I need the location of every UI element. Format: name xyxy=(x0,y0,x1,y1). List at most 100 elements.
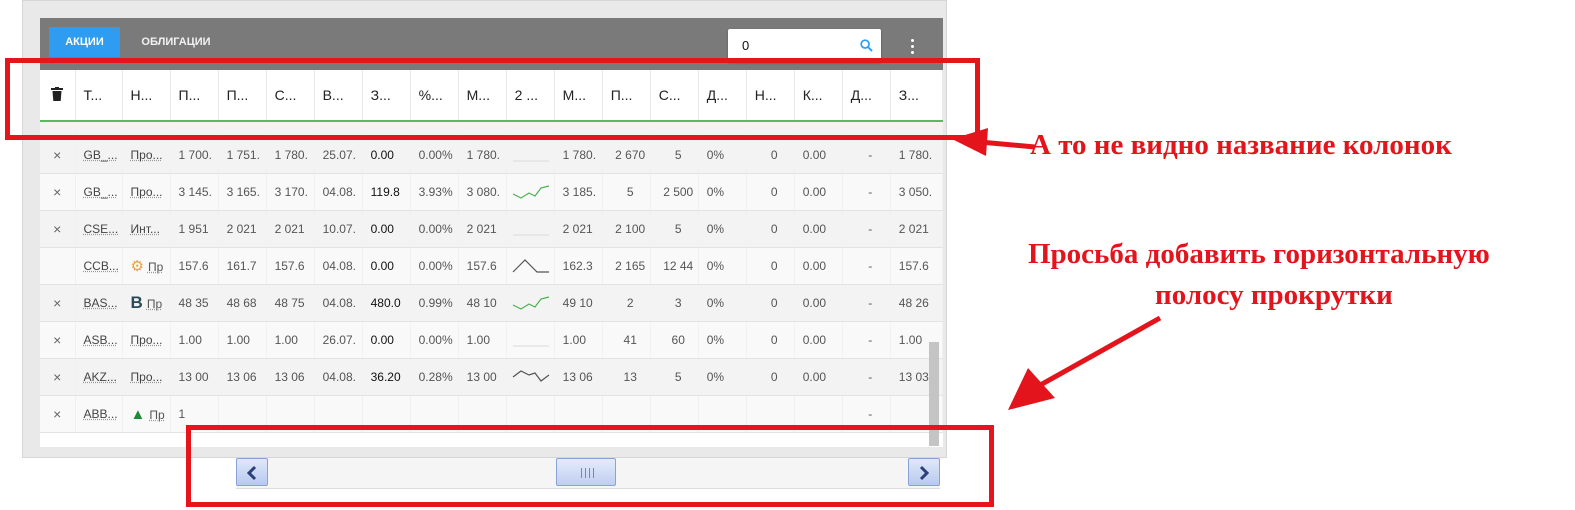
table-cell: 1 951 xyxy=(170,210,219,248)
table-cell: 0.00% xyxy=(410,210,459,248)
table-cell: 0.00 xyxy=(794,247,843,285)
table-cell: 1.00 xyxy=(458,321,507,359)
tab-bonds[interactable]: ОБЛИГАЦИИ xyxy=(136,27,216,57)
name-cell[interactable]: ▲ Пр xyxy=(122,395,171,433)
remove-row-icon[interactable]: × xyxy=(40,321,76,359)
table-cell: 5 xyxy=(602,173,651,211)
remove-row-icon[interactable] xyxy=(40,247,76,285)
table-row[interactable]: × AKZ... Про... 13 00 13 06 13 06 04.08. 36.20 0… xyxy=(40,358,943,396)
table-cell: 2 670 xyxy=(602,136,651,174)
table-cell: 0.00 xyxy=(362,136,411,174)
name-cell[interactable]: Про... xyxy=(122,136,171,174)
table-row[interactable]: CCB... ⚙ Пр 157.6 161.7 157.6 04.08. 0.00 0.00% 1… xyxy=(40,247,943,285)
table-cell: 48 75 xyxy=(266,284,315,322)
sparkline xyxy=(506,358,555,396)
remove-row-icon[interactable]: × xyxy=(40,395,76,433)
table-cell: 0% xyxy=(698,321,747,359)
table-cell: 1 780. xyxy=(458,136,507,174)
table-cell: 1 780. xyxy=(554,136,603,174)
table-cell: 48 68 xyxy=(218,284,267,322)
name-cell[interactable]: B Пр xyxy=(122,284,171,322)
remove-row-icon[interactable]: × xyxy=(40,136,76,174)
name-text[interactable]: Пр xyxy=(148,260,163,274)
company-logo-icon: ▲ xyxy=(130,405,146,423)
table-cell: 0.28% xyxy=(410,358,459,396)
ticker-cell[interactable]: ABB... xyxy=(75,395,123,433)
table-cell: 0 xyxy=(746,136,795,174)
ticker-cell[interactable]: ASB... xyxy=(75,321,123,359)
table-cell: 5 xyxy=(650,358,699,396)
search-input[interactable]: 0 xyxy=(742,38,852,53)
table-cell: 0.00% xyxy=(410,136,459,174)
table-cell: - xyxy=(842,247,891,285)
name-cell[interactable]: ⚙ Пр xyxy=(122,247,171,285)
table-cell: 2 100 xyxy=(602,210,651,248)
ticker-cell[interactable]: GB_... xyxy=(75,136,123,174)
table-cell: - xyxy=(842,210,891,248)
table-cell: 0 xyxy=(746,210,795,248)
table-cell: 04.08. xyxy=(314,284,363,322)
ticker-cell[interactable]: AKZ... xyxy=(75,358,123,396)
tab-stocks[interactable]: АКЦИИ xyxy=(49,27,120,57)
table-cell: 1.00 xyxy=(218,321,267,359)
ticker-cell[interactable]: CSE... xyxy=(75,210,123,248)
name-cell[interactable]: Про... xyxy=(122,321,171,359)
name-cell[interactable]: Про... xyxy=(122,173,171,211)
table-row[interactable]: × CSE... Инт... 1 951 2 021 2 021 10.07. 0.00 0.… xyxy=(40,210,943,248)
table-cell: 25.07. xyxy=(314,136,363,174)
table-row[interactable]: × GB_... Про... 3 145. 3 165. 3 170. 04.08. 119… xyxy=(40,173,943,211)
table-cell: 0% xyxy=(698,173,747,211)
table-cell: 0% xyxy=(698,136,747,174)
table-cell: 12 44 xyxy=(650,247,699,285)
table-cell: 0.99% xyxy=(410,284,459,322)
remove-row-icon[interactable]: × xyxy=(40,284,76,322)
search-icon[interactable] xyxy=(860,39,873,52)
name-text[interactable]: Пр xyxy=(149,408,164,422)
table-row[interactable]: × ASB... Про... 1.00 1.00 1.00 26.07. 0.00 0.00%… xyxy=(40,321,943,359)
table-cell: 0.00 xyxy=(362,321,411,359)
name-cell[interactable]: Про... xyxy=(122,358,171,396)
company-logo-icon: ⚙ xyxy=(130,258,144,275)
table-row[interactable]: × BAS... B Пр 48 35 48 68 48 75 04.08. 480.0 0.99… xyxy=(40,284,943,322)
table-cell: 0.00 xyxy=(794,358,843,396)
table-cell: 13 00 xyxy=(458,358,507,396)
table-cell: 480.0 xyxy=(362,284,411,322)
table-row[interactable]: × GB_... Про... 1 700. 1 751. 1 780. 25.07. 0.0… xyxy=(40,136,943,174)
name-cell[interactable]: Инт... xyxy=(122,210,171,248)
annotation-text-1: А то не видно название колонок xyxy=(1030,129,1452,161)
table-cell: 162.3 xyxy=(554,247,603,285)
table-cell: 13 06 xyxy=(266,358,315,396)
remove-row-icon[interactable]: × xyxy=(40,173,76,211)
table-cell: 1.00 xyxy=(554,321,603,359)
table-cell: 04.08. xyxy=(314,358,363,396)
more-vert-icon[interactable] xyxy=(909,39,915,55)
table-cell: 157.6 xyxy=(458,247,507,285)
table-cell: 157.6 xyxy=(890,247,943,285)
annotation-text-2: Просьба добавить горизонтальную xyxy=(1028,238,1490,270)
name-text[interactable]: Пр xyxy=(147,297,162,311)
table-cell: 2 021 xyxy=(458,210,507,248)
table-cell: 3 185. xyxy=(554,173,603,211)
remove-row-icon[interactable]: × xyxy=(40,210,76,248)
sparkline xyxy=(506,247,555,285)
table-cell: - xyxy=(842,173,891,211)
table-cell: 2 500 xyxy=(650,173,699,211)
table-cell: 60 xyxy=(650,321,699,359)
table-cell: 41 xyxy=(602,321,651,359)
table-cell: 36.20 xyxy=(362,358,411,396)
sparkline xyxy=(506,284,555,322)
ticker-cell[interactable]: GB_... xyxy=(75,173,123,211)
table-cell: 0% xyxy=(698,358,747,396)
table-cell: 5 xyxy=(650,210,699,248)
ticker-cell[interactable]: BAS... xyxy=(75,284,123,322)
table-cell: 0.00 xyxy=(794,321,843,359)
table-cell: 13 xyxy=(602,358,651,396)
annotation-arrow-1 xyxy=(952,128,1036,156)
sparkline xyxy=(506,136,555,174)
remove-row-icon[interactable]: × xyxy=(40,358,76,396)
sparkline xyxy=(506,210,555,248)
annotation-text-3: полосу прокрутки xyxy=(1155,279,1393,311)
table-cell: 0% xyxy=(698,210,747,248)
table-cell: 48 10 xyxy=(458,284,507,322)
ticker-cell[interactable]: CCB... xyxy=(75,247,123,285)
